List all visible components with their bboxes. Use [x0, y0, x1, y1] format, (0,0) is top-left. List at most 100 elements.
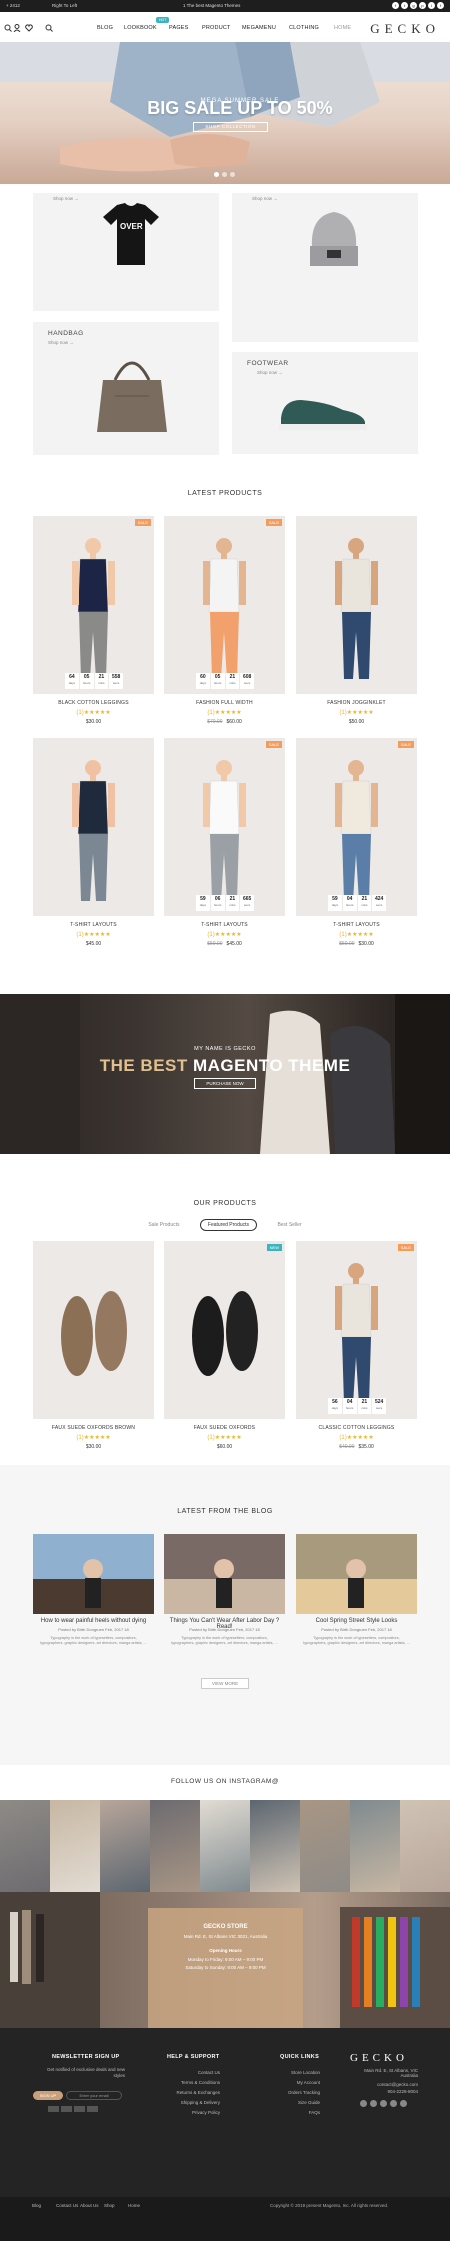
product-image[interactable]: SALE 64 days 05 hours 21 mins 558 secs — [33, 516, 154, 694]
shop-now-link[interactable]: Shop now → — [252, 196, 278, 201]
blog-post-title[interactable]: Cool Spring Street Style Looks — [296, 1618, 417, 1624]
shop-now-link[interactable]: Shop now → — [53, 196, 79, 201]
bottom-link[interactable]: Blog — [32, 2203, 41, 2208]
facebook-icon[interactable] — [370, 2100, 377, 2107]
facebook-alt-icon[interactable]: f — [437, 2, 444, 9]
instagram-photo[interactable] — [300, 1800, 350, 1892]
product-name[interactable]: T-SHIRT LAYOUTS — [296, 922, 417, 928]
product-name[interactable]: FASHION JOGGINKLET — [296, 700, 417, 706]
newsletter-email-input[interactable]: Enter your email — [66, 2091, 122, 2100]
facebook-icon[interactable]: f — [392, 2, 399, 9]
blog-post-title[interactable]: How to wear painful heels without dying — [33, 1618, 154, 1624]
tab-sale-products[interactable]: Sale Products — [141, 1220, 186, 1230]
nav-megamenu[interactable]: MEGAMENU — [242, 25, 276, 31]
countdown-unit: hours — [82, 681, 91, 685]
tab-featured-products[interactable]: Featured Products — [199, 1219, 258, 1231]
product-rating: (1)★★★★★ — [339, 1435, 374, 1441]
instagram-photo[interactable] — [400, 1800, 450, 1892]
handbag-label: HANDBAG — [48, 330, 84, 337]
bottom-link[interactable]: Shop — [104, 2203, 115, 2208]
slider-dot-3[interactable] — [230, 172, 235, 177]
blog-image[interactable] — [164, 1534, 285, 1614]
countdown-value: 06 — [214, 896, 221, 902]
slider-dot-2[interactable] — [222, 172, 227, 177]
bottom-link[interactable]: About Us — [80, 2203, 99, 2208]
twitter-icon[interactable]: t — [401, 2, 408, 9]
heart-icon[interactable] — [25, 24, 33, 32]
instagram-photo[interactable] — [350, 1800, 400, 1892]
view-more-button[interactable]: VIEW MORE — [201, 1678, 249, 1689]
google-plus-icon[interactable] — [380, 2100, 387, 2107]
search-icon[interactable] — [4, 24, 12, 32]
support-link[interactable]: Returns & Exchanges — [165, 2090, 220, 2095]
quick-link[interactable]: My Account — [265, 2080, 320, 2085]
product-name[interactable]: CLASSIC COTTON LEGGINGS — [296, 1425, 417, 1431]
product-image[interactable]: SALE 60 days 05 hours 21 mins 608 secs — [164, 516, 285, 694]
user-icon[interactable] — [13, 24, 21, 32]
support-link[interactable]: Shipping & Delivery — [165, 2100, 220, 2105]
hero-shop-button[interactable]: SHOP COLLECTION — [193, 122, 268, 132]
pinterest-icon[interactable] — [400, 2100, 407, 2107]
shop-now-link[interactable]: Shop now → — [257, 370, 283, 375]
nav-clothing[interactable]: CLOTHING — [289, 25, 319, 31]
support-link[interactable]: Privacy Policy — [165, 2110, 220, 2115]
product-image[interactable]: NEW — [164, 1241, 285, 1419]
product-name[interactable]: BLACK COTTON LEGGINGS — [33, 700, 154, 706]
category-tshirt[interactable]: Shop now → OVER — [33, 193, 219, 311]
support-link[interactable]: Terms & Conditions — [165, 2080, 220, 2085]
quick-link[interactable]: Store Location — [265, 2070, 320, 2075]
footer-logo[interactable]: GECKO — [350, 2052, 408, 2064]
product-image[interactable] — [296, 516, 417, 694]
product-image[interactable]: SALE 59 days 06 hours 21 mins 665 secs — [164, 738, 285, 916]
quick-link[interactable]: FAQs — [265, 2110, 320, 2115]
category-handbag[interactable]: HANDBAG Shop now → — [33, 322, 219, 455]
category-footwear[interactable]: FOOTWEAR Shop now → — [232, 352, 418, 454]
nav-pages[interactable]: PAGES — [169, 25, 189, 31]
product-name[interactable]: FAUX SUEDE OXFORDS BROWN — [33, 1425, 154, 1431]
site-logo[interactable]: GECKO — [370, 21, 440, 37]
instagram-icon[interactable] — [360, 2100, 367, 2107]
blog-image[interactable] — [296, 1534, 417, 1614]
category-hat[interactable]: Shop now → — [232, 193, 418, 342]
nav-lookbook[interactable]: LOOKBOOK — [124, 25, 157, 31]
promo-banner: MY NAME IS GECKO THE BEST MAGENTO THEME … — [0, 994, 450, 1154]
tab-best-seller[interactable]: Best Seller — [270, 1220, 308, 1230]
instagram-photo[interactable] — [100, 1800, 150, 1892]
product-image[interactable]: SALE 59 days 04 hours 21 mins 424 secs — [296, 738, 417, 916]
twitter-icon[interactable] — [390, 2100, 397, 2107]
nav-product[interactable]: PRODUCT — [202, 25, 231, 31]
instagram-photo[interactable] — [250, 1800, 300, 1892]
quick-link[interactable]: Size Guide — [265, 2100, 320, 2105]
bottom-link[interactable]: Home — [128, 2203, 140, 2208]
countdown-value: 05 — [83, 674, 90, 680]
countdown-unit: days — [68, 681, 76, 685]
purchase-button[interactable]: PURCHASE NOW — [194, 1078, 256, 1089]
instagram-photo[interactable] — [50, 1800, 100, 1892]
support-link[interactable]: Contact Us — [165, 2070, 220, 2075]
nav-home[interactable]: HOME — [334, 25, 351, 31]
product-image[interactable]: SALE 56 days 04 hours 21 mins 524 secs — [296, 1241, 417, 1419]
instagram-photo[interactable] — [0, 1800, 50, 1892]
rtl-link[interactable]: Right To Left — [52, 3, 77, 8]
shop-now-link[interactable]: Shop now → — [48, 340, 74, 345]
product-name[interactable]: FAUX SUEDE OXFORDS — [164, 1425, 285, 1431]
countdown-cell: 04 hours — [342, 895, 357, 911]
instagram-photo[interactable] — [150, 1800, 200, 1892]
product-name[interactable]: T-SHIRT LAYOUTS — [164, 922, 285, 928]
nav-blog[interactable]: BLOG — [97, 25, 113, 31]
instagram-icon[interactable]: i — [428, 2, 435, 9]
product-name[interactable]: FASHION FULL WIDTH — [164, 700, 285, 706]
slider-dot-1[interactable] — [214, 172, 219, 177]
bottom-link[interactable]: Contact Us — [56, 2203, 78, 2208]
google-plus-icon[interactable]: g — [410, 2, 417, 9]
blog-image[interactable] — [33, 1534, 154, 1614]
product-name[interactable]: T-SHIRT LAYOUTS — [33, 922, 154, 928]
pinterest-icon[interactable]: p — [419, 2, 426, 9]
quick-link[interactable]: Orders Tracking — [265, 2090, 320, 2095]
product-image[interactable] — [33, 1241, 154, 1419]
signup-button[interactable]: SIGN UP — [33, 2091, 63, 2100]
product-image[interactable] — [33, 738, 154, 916]
instagram-photo[interactable] — [200, 1800, 250, 1892]
cart-icon[interactable] — [45, 24, 53, 32]
footer-email[interactable]: contact@gecko.com — [350, 2082, 418, 2087]
